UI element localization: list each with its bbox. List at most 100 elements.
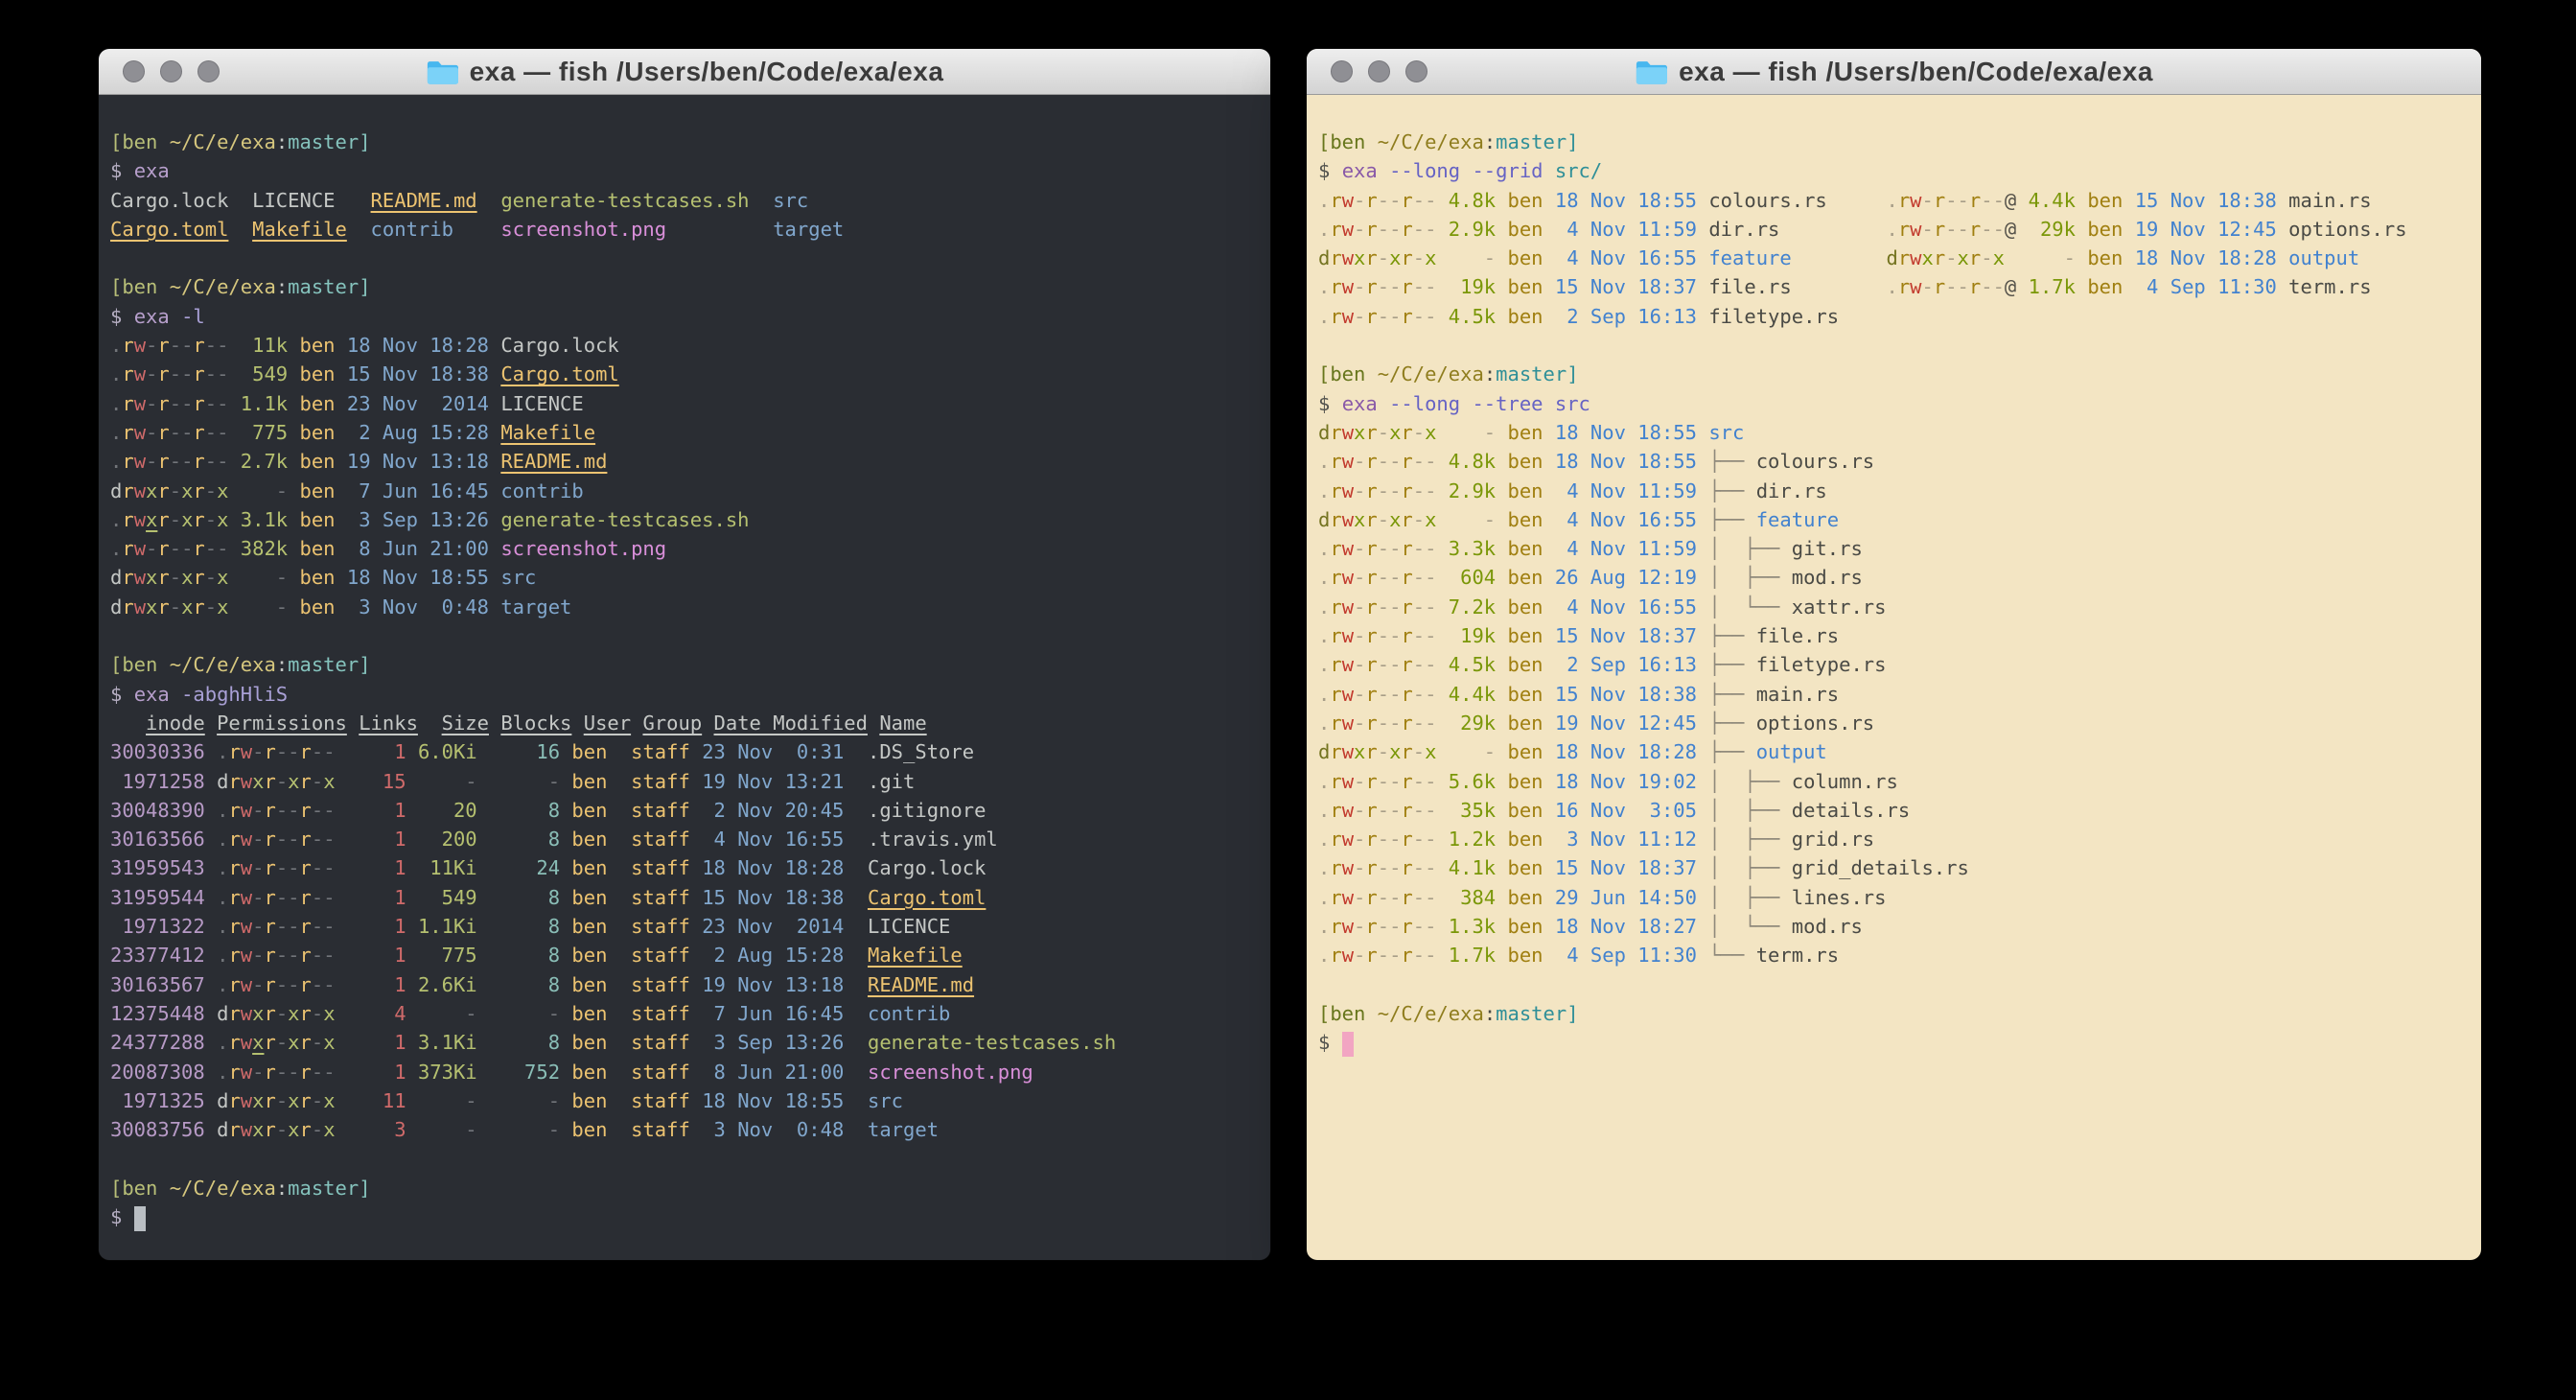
terminal-text: $ <box>1318 392 1342 415</box>
terminal-text <box>560 740 571 763</box>
terminal-text <box>1697 886 1708 909</box>
permission-char: r <box>1401 886 1412 909</box>
terminal-text: ben <box>1508 944 1543 967</box>
terminal-text <box>336 886 347 909</box>
terminal-content[interactable]: [ben ~/C/e/exa:master]$ exaCargo.lock LI… <box>99 95 1270 1231</box>
traffic-lights <box>1331 49 1427 94</box>
terminal-text: [ben <box>1318 1002 1378 1025</box>
terminal-line: 30083756 drwxr-xr-x 3 - - ben staff 3 No… <box>110 1115 1259 1144</box>
terminal-text <box>228 450 240 473</box>
terminal-text: 4 Sep 11:30 <box>1555 944 1697 967</box>
permission-char: - <box>1389 856 1401 879</box>
permission-char: x <box>252 1089 264 1112</box>
terminal-text <box>690 915 702 938</box>
terminal-text <box>1697 595 1708 618</box>
terminal-window-light[interactable]: exa — fish /Users/ben/Code/exa/exa [ben … <box>1307 49 2481 1260</box>
minimize-button[interactable] <box>1368 60 1390 82</box>
permission-char: d <box>217 1089 228 1112</box>
permission-char: - <box>276 856 288 879</box>
permission-char: r <box>228 799 240 822</box>
terminal-text: -abghHliS <box>181 683 288 706</box>
titlebar[interactable]: exa — fish /Users/ben/Code/exa/exa <box>1307 49 2481 95</box>
terminal-line: [ben ~/C/e/exa:master] <box>110 128 1259 156</box>
permission-char: . <box>1886 189 1897 212</box>
terminal-text: ben <box>571 973 607 996</box>
permission-char: . <box>1318 828 1330 851</box>
permission-char: - <box>1413 537 1425 560</box>
permission-char: - <box>1378 218 1389 241</box>
terminal-text <box>477 1002 489 1025</box>
terminal-text <box>406 973 418 996</box>
permission-char: - <box>1425 683 1436 706</box>
permission-char: r <box>1365 479 1377 502</box>
close-button[interactable] <box>1331 60 1353 82</box>
terminal-text: - <box>489 1118 560 1141</box>
permission-char: - <box>323 799 335 822</box>
terminal-text <box>1496 508 1507 531</box>
zoom-button[interactable] <box>1405 60 1427 82</box>
terminal-text <box>1543 624 1555 647</box>
terminal-window-dark[interactable]: exa — fish /Users/ben/Code/exa/exa [ben … <box>99 49 1270 1260</box>
terminal-text: 4 Nov 16:55 <box>1555 595 1697 618</box>
terminal-line: 24377288 .rwxr-xr-x 1 3.1Ki 8 ben staff … <box>110 1028 1259 1057</box>
permission-char: - <box>1389 886 1401 909</box>
terminal-text: master] <box>1496 362 1578 385</box>
permission-char: r <box>193 479 204 502</box>
terminal-text: 23 Nov 2014 <box>702 915 844 938</box>
permission-char: - <box>1425 799 1436 822</box>
permission-char: w <box>134 362 146 385</box>
zoom-button[interactable] <box>197 60 220 82</box>
terminal-text: 1.3k <box>1449 915 1496 938</box>
permission-char: - <box>252 915 264 938</box>
permission-char: - <box>170 392 181 415</box>
permission-char: - <box>1378 246 1389 269</box>
permission-char: - <box>1378 770 1389 793</box>
terminal-text <box>1436 595 1448 618</box>
terminal-line: [ben ~/C/e/exa:master] <box>110 1174 1259 1202</box>
terminal-text <box>347 712 359 735</box>
terminal-line: $ exa <box>110 156 1259 185</box>
terminal-text <box>1697 305 1708 328</box>
minimize-button[interactable] <box>160 60 182 82</box>
terminal-text: ├── <box>1708 653 1755 676</box>
terminal-text <box>347 218 371 241</box>
permission-char: - <box>1425 828 1436 851</box>
permission-char: x <box>252 1002 264 1025</box>
permission-char: - <box>1389 653 1401 676</box>
permission-char: - <box>1993 189 2005 212</box>
terminal-text <box>1436 479 1448 502</box>
permission-char: r <box>228 856 240 879</box>
terminal-text: target <box>868 1118 939 1141</box>
permission-char: x <box>1389 421 1401 444</box>
permission-char: r <box>122 334 133 357</box>
terminal-text: ben <box>300 595 336 618</box>
permission-char: - <box>1389 479 1401 502</box>
terminal-text <box>477 799 489 822</box>
terminal-text <box>690 799 702 822</box>
permission-char: r <box>1401 799 1412 822</box>
terminal-text: 19 Nov 13:21 <box>702 770 844 793</box>
terminal-text: ben <box>571 1118 607 1141</box>
permission-char: . <box>217 856 228 879</box>
terminal-text: [ben <box>1318 130 1378 153</box>
permission-char: r <box>300 1061 312 1084</box>
permission-char: - <box>1354 275 1365 298</box>
permission-char: r <box>1330 828 1341 851</box>
permission-char: r <box>1401 305 1412 328</box>
terminal-text <box>336 450 347 473</box>
close-button[interactable] <box>123 60 145 82</box>
permission-char: r <box>1330 566 1341 589</box>
terminal-text: ├── <box>1708 479 1755 502</box>
titlebar[interactable]: exa — fish /Users/ben/Code/exa/exa <box>99 49 1270 95</box>
permission-char: - <box>1425 479 1436 502</box>
permission-char: r <box>1401 624 1412 647</box>
terminal-content[interactable]: [ben ~/C/e/exa:master]$ exa --long --gri… <box>1307 95 2481 1058</box>
permission-char: - <box>1378 450 1389 473</box>
permission-char: - <box>1413 275 1425 298</box>
permission-char: r <box>1401 189 1412 212</box>
permission-char: - <box>288 944 299 967</box>
terminal-text: master] <box>288 1177 370 1200</box>
terminal-text: ben <box>1508 828 1543 851</box>
terminal-line: $ <box>1318 1028 2470 1057</box>
terminal-text: ben <box>300 566 336 589</box>
